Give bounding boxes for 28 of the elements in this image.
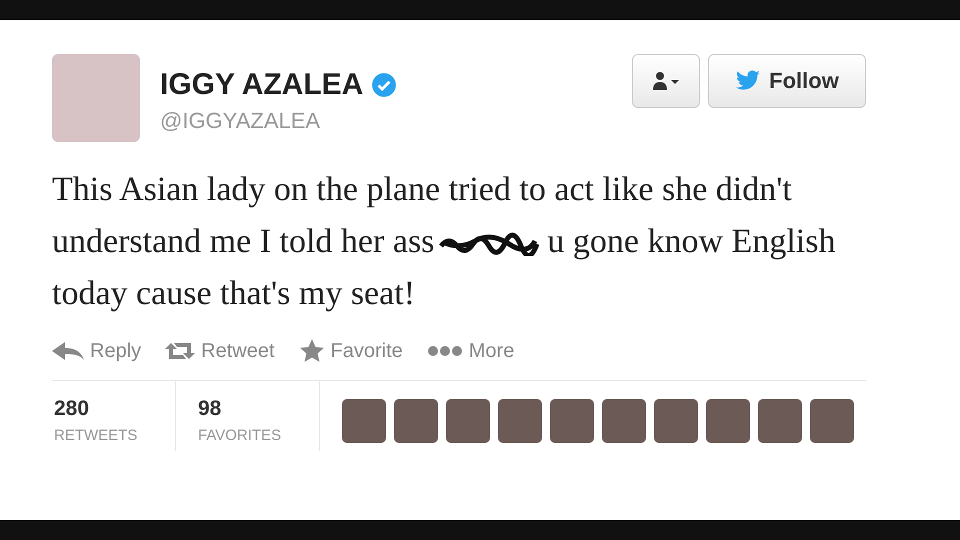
author-handle[interactable]: @IGGYAZALEA bbox=[160, 108, 398, 134]
more-link[interactable]: More bbox=[426, 340, 514, 362]
favorite-link[interactable]: Favorite bbox=[298, 338, 403, 364]
user-actions-button[interactable] bbox=[632, 54, 700, 108]
avatar-photo-placeholder[interactable] bbox=[706, 399, 750, 443]
avatar-photo-placeholder[interactable] bbox=[394, 399, 438, 443]
reply-link[interactable]: Reply bbox=[52, 340, 142, 362]
stat-link[interactable]: 98 FAVORITES bbox=[196, 381, 320, 451]
tweet-text: This Asian lady on the plane tried to act like she didn't understand me I told her ass u gone know English today cause that's my seat! bbox=[52, 170, 836, 314]
avatar-photo-placeholder[interactable] bbox=[654, 399, 698, 443]
profile-photo-placeholder[interactable] bbox=[52, 54, 140, 142]
author-name[interactable]: IGGY AZALEA bbox=[160, 68, 364, 102]
follow-button[interactable]: Follow bbox=[708, 54, 866, 108]
avatar-photo-placeholder[interactable] bbox=[498, 399, 542, 443]
star-icon bbox=[298, 338, 325, 364]
person-caret-icon bbox=[651, 71, 681, 91]
avatar-photo-placeholder[interactable] bbox=[602, 399, 646, 443]
avatar-photo-placeholder[interactable] bbox=[758, 399, 802, 443]
more-dots-icon bbox=[426, 345, 463, 357]
avatar-photo-placeholder[interactable] bbox=[446, 399, 490, 443]
avatar-photo-placeholder[interactable] bbox=[550, 399, 594, 443]
bird-icon bbox=[735, 70, 762, 92]
stat-link[interactable]: 280 RETWEETS bbox=[52, 381, 176, 451]
avatar-photo-placeholder[interactable] bbox=[342, 399, 386, 443]
reply-arrow-icon bbox=[52, 341, 84, 361]
avatar-photo-placeholder[interactable] bbox=[810, 399, 854, 443]
retweet-icon bbox=[165, 341, 196, 361]
retweet-link[interactable]: Retweet bbox=[165, 340, 275, 362]
